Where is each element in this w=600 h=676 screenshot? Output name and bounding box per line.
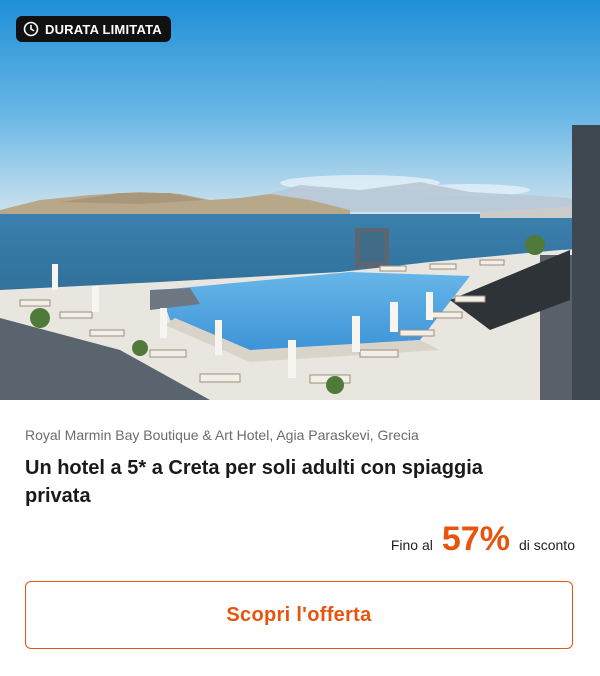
discover-offer-button[interactable]: Scopri l'offerta (25, 581, 573, 649)
hero-image[interactable]: DURATA LIMITATA (0, 0, 600, 400)
discount-value: 57% (441, 520, 510, 558)
discount-suffix: di sconto (518, 537, 575, 553)
hotel-pool-photo (0, 0, 600, 400)
discount-info: Fino al 57% di sconto (391, 520, 575, 559)
discount-prefix: Fino al (390, 537, 433, 553)
badge-label: DURATA LIMITATA (45, 21, 162, 37)
offer-title[interactable]: Un hotel a 5* a Creta per soli adulti co… (25, 454, 545, 510)
clock-icon (23, 21, 39, 37)
offer-card: DURATA LIMITATA Royal Marmin Bay Boutiqu… (0, 0, 600, 676)
offer-details: Royal Marmin Bay Boutique & Art Hotel, A… (0, 426, 600, 510)
hotel-location: Royal Marmin Bay Boutique & Art Hotel, A… (25, 427, 419, 443)
limited-time-badge: DURATA LIMITATA (16, 16, 171, 42)
